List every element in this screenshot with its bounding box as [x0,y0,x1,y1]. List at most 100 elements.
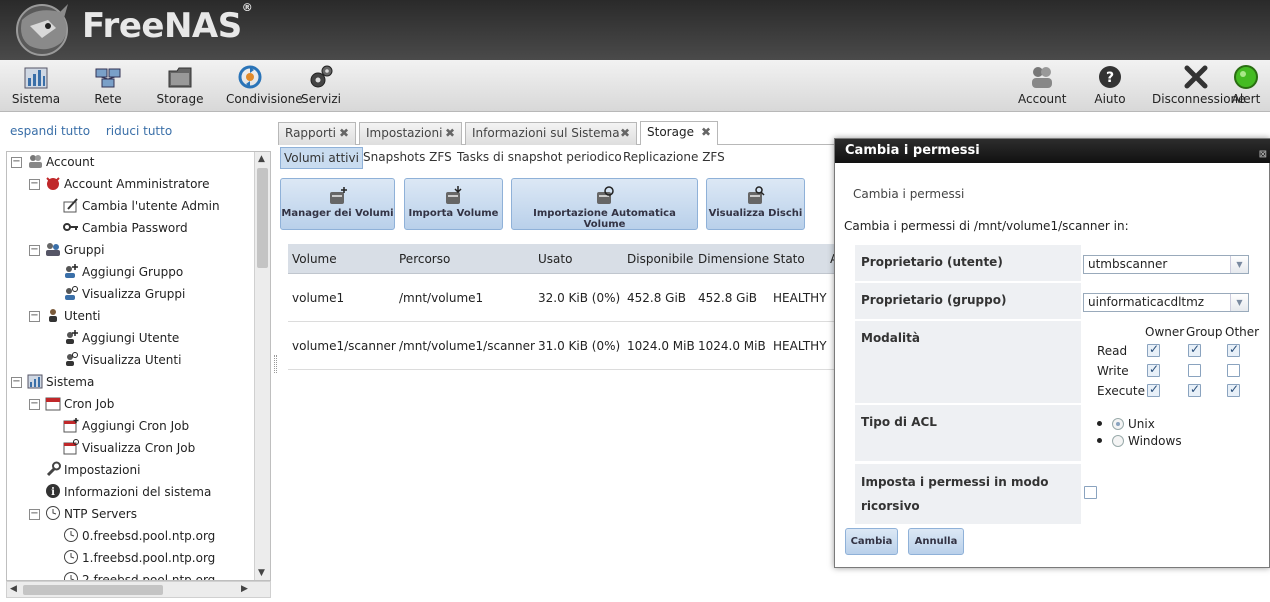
mode-execute-other-checkbox[interactable] [1227,382,1240,397]
column-header[interactable]: Percorso [399,244,450,274]
toolbar-condivisione-button[interactable]: Condivisione [226,64,303,106]
column-header[interactable]: Volume [292,244,337,274]
mode-write-group-checkbox[interactable] [1188,364,1201,377]
dialog-title-bar[interactable]: Cambia i permessi ⊠ [835,139,1270,163]
acl-windows-radio[interactable] [1112,435,1124,447]
tab-impostazioni[interactable]: Impostazioni ✖ [359,122,462,145]
tree-horizontal-scrollbar[interactable]: ◀ ▶ [6,581,271,598]
recursive-checkbox[interactable] [1084,486,1097,499]
tab-rapporti[interactable]: Rapporti ✖ [278,122,356,145]
dialog-subtitle: Cambia i permessi [853,187,965,201]
tree-item-view-cron-job[interactable]: Visualizza Cron Job [63,438,195,458]
acl-option-windows[interactable]: Windows [1097,434,1182,448]
tab-informazioni-sistema[interactable]: Informazioni sul Sistema ✖ [465,122,637,145]
table-row[interactable]: volume1/scanner /mnt/volume1/scanner 31.… [288,322,838,370]
column-header[interactable]: Disponibile [627,244,693,274]
table-row[interactable]: volume1 /mnt/volume1 32.0 KiB (0%) 452.8… [288,274,838,322]
tree-collapse-toggle[interactable]: − [11,377,22,388]
owner-user-select[interactable]: utmbscanner ▼ [1083,255,1249,274]
toolbar-alert-button[interactable]: Alert [1230,64,1262,106]
expand-all-link[interactable]: espandi tutto [10,124,90,138]
scroll-up-icon[interactable]: ▲ [258,154,265,164]
tree-item-account-admin[interactable]: Account Amministratore [45,174,209,194]
collapse-all-link[interactable]: riduci tutto [106,124,172,138]
toolbar-rete-button[interactable]: Rete [88,64,128,106]
svg-text:?: ? [1106,70,1114,86]
tree-scroll-thumb[interactable] [257,168,268,268]
toolbar-sistema-button[interactable]: Sistema [10,64,62,106]
tab-storage[interactable]: Storage ✖ [640,121,718,145]
cancel-annulla-button[interactable]: Annulla [908,528,964,555]
view-disks-button[interactable]: Visualizza Dischi [706,178,805,230]
svg-text:i: i [51,487,55,498]
column-header[interactable]: Stato [773,244,805,274]
tree-item-system-info[interactable]: i Informazioni del sistema [45,482,211,502]
tree-collapse-toggle[interactable]: − [29,245,40,256]
tree-item-change-admin[interactable]: Cambia l'utente Admin [63,196,220,216]
mode-read-owner-checkbox[interactable] [1147,342,1160,357]
tree-vertical-scrollbar[interactable]: ▲ ▼ [254,152,270,580]
tree-item-ntp-2[interactable]: 2.freebsd.pool.ntp.org [63,570,215,580]
subtab-replicazione-zfs[interactable]: Replicazione ZFS [623,147,725,169]
mode-execute-group-checkbox[interactable] [1188,382,1201,397]
tree-item-ntp-1[interactable]: 1.freebsd.pool.ntp.org [63,548,215,568]
tree-collapse-toggle[interactable]: − [11,157,22,168]
scroll-down-icon[interactable]: ▼ [258,568,265,578]
tree-item-add-cron-job[interactable]: Aggiungi Cron Job [63,416,189,436]
tree-item-view-users[interactable]: Visualizza Utenti [63,350,181,370]
auto-import-volume-button[interactable]: Importazione Automatica Volume [511,178,698,230]
acl-unix-radio[interactable] [1112,418,1124,430]
close-icon[interactable]: ⊠ [1259,143,1267,167]
close-icon[interactable]: ✖ [445,123,455,144]
mode-execute-owner-checkbox[interactable] [1147,382,1160,397]
tree-item-change-password[interactable]: Cambia Password [63,218,188,238]
panel-splitter[interactable] [274,355,277,373]
scroll-right-icon[interactable]: ▶ [241,584,248,594]
close-icon[interactable]: ✖ [620,123,630,144]
tree-item-add-group[interactable]: Aggiungi Gruppo [63,262,183,282]
volume-manager-button[interactable]: Manager dei Volumi [280,178,395,230]
mode-write-other-checkbox[interactable] [1227,364,1240,377]
submit-cambia-button[interactable]: Cambia [845,528,898,555]
tree-item-add-user[interactable]: Aggiungi Utente [63,328,179,348]
import-volume-button[interactable]: Importa Volume [404,178,503,230]
tree-item-system[interactable]: Sistema [27,372,94,392]
tree-collapse-toggle[interactable]: − [29,509,40,520]
owner-group-select[interactable]: uinformaticacdltmz ▼ [1083,293,1249,312]
acl-option-unix[interactable]: Unix [1097,417,1155,431]
mode-read-group-checkbox[interactable] [1188,342,1201,357]
sharing-icon [238,65,262,89]
subtab-volumi-attivi[interactable]: Volumi attivi [280,147,363,169]
column-header[interactable]: Usato [538,244,572,274]
tree-item-users[interactable]: Utenti [45,306,101,326]
toolbar-aiuto-button[interactable]: ? Aiuto [1092,64,1128,106]
tree-item-cron-job[interactable]: Cron Job [45,394,114,414]
mode-write-owner-checkbox[interactable] [1147,362,1160,377]
tree-collapse-toggle[interactable]: − [29,179,40,190]
toolbar-servizi-button[interactable]: Servizi [298,64,344,106]
chevron-down-icon[interactable]: ▼ [1230,294,1248,311]
mode-col-owner: Owner [1145,325,1185,339]
tree-item-view-groups[interactable]: Visualizza Gruppi [63,284,185,304]
toolbar-disconnessione-button[interactable]: Disconnessione [1152,64,1246,106]
subtab-snapshots-zfs[interactable]: Snapshots ZFS [363,147,452,169]
chevron-down-icon[interactable]: ▼ [1230,256,1248,273]
toolbar-storage-button[interactable]: Storage [155,64,205,106]
toolbar-account-button[interactable]: Account [1018,64,1066,106]
scroll-left-icon[interactable]: ◀ [10,584,17,594]
tree-item-settings[interactable]: Impostazioni [45,460,140,480]
column-header[interactable]: Dimensione [698,244,769,274]
tree-hscroll-thumb[interactable] [23,585,163,595]
tree-item-ntp-servers[interactable]: NTP Servers [45,504,137,524]
tree-collapse-toggle[interactable]: − [29,399,40,410]
tree-item-ntp-0[interactable]: 0.freebsd.pool.ntp.org [63,526,215,546]
tree-item-account[interactable]: Account [27,152,94,172]
tree-item-groups[interactable]: Gruppi [45,240,104,260]
subtab-tasks-snapshot[interactable]: Tasks di snapshot periodico [457,147,622,169]
tree-collapse-toggle[interactable]: − [29,311,40,322]
close-icon[interactable]: ✖ [701,122,711,143]
clock-icon [63,527,79,543]
close-icon[interactable]: ✖ [339,123,349,144]
mode-read-other-checkbox[interactable] [1227,342,1240,357]
add-calendar-icon [63,417,79,433]
